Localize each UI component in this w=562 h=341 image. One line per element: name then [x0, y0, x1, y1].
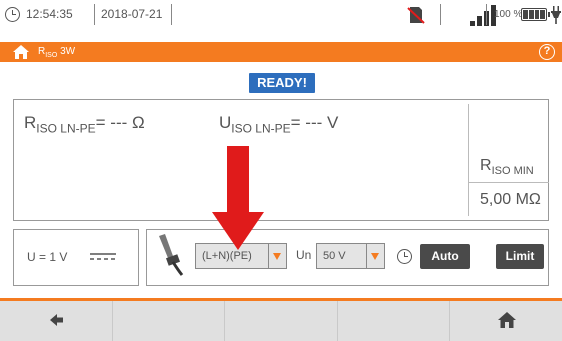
- divider: [440, 4, 441, 25]
- divider: [469, 182, 549, 183]
- nav-home-button[interactable]: [450, 301, 562, 341]
- nav-back-button[interactable]: [0, 301, 113, 341]
- home-icon[interactable]: [12, 44, 30, 60]
- voltage-panel: U = 1 V: [13, 229, 139, 286]
- divider: [468, 104, 469, 216]
- home-icon: [498, 312, 517, 328]
- annotation-arrow-icon: [212, 146, 264, 250]
- uiso-result: UISO LN-PE= --- V: [219, 113, 339, 136]
- riso-min-label: RISO MIN: [480, 157, 534, 178]
- probe-icon: [159, 234, 184, 276]
- result-panel: RISO LN-PE= --- Ω UISO LN-PE= --- V RISO…: [13, 99, 549, 221]
- un-label: Un: [296, 248, 312, 262]
- divider: [486, 4, 487, 25]
- help-icon[interactable]: ?: [539, 44, 555, 60]
- un-select-value[interactable]: 50 V: [316, 243, 367, 269]
- nav-slot-4[interactable]: [338, 301, 451, 341]
- timer-icon: [397, 249, 412, 264]
- status-bar: 12:54:35 2018-07-21 100 %: [0, 0, 562, 30]
- dc-symbol-icon: [90, 253, 116, 260]
- status-date: 2018-07-21: [101, 7, 163, 21]
- divider: [171, 4, 172, 25]
- nav-slot-2[interactable]: [113, 301, 226, 341]
- chevron-down-icon[interactable]: [367, 243, 385, 269]
- status-badge: READY!: [249, 73, 315, 93]
- bottom-nav: [0, 301, 562, 341]
- title-bar: RISO 3W ?: [0, 42, 562, 62]
- riso-min-value[interactable]: 5,00 MΩ: [480, 191, 541, 209]
- voltage-readout: U = 1 V: [27, 250, 68, 264]
- divider: [94, 4, 95, 25]
- nav-slot-3[interactable]: [225, 301, 338, 341]
- chevron-down-icon[interactable]: [269, 243, 287, 269]
- battery-percent: 100 %: [494, 9, 523, 20]
- limit-button[interactable]: Limit: [496, 244, 544, 269]
- clock-icon: [5, 7, 20, 22]
- riso-result: RISO LN-PE= --- Ω: [24, 113, 145, 136]
- sd-card-crossed-icon: [407, 7, 425, 24]
- un-select[interactable]: 50 V: [316, 243, 385, 269]
- status-time: 12:54:35: [26, 7, 73, 21]
- auto-button[interactable]: Auto: [420, 244, 470, 269]
- plug-icon: [551, 6, 561, 24]
- measurement-settings: (L+N)(PE) Un 50 V Auto Limit: [146, 229, 549, 286]
- page-title: RISO 3W: [38, 46, 76, 59]
- arrow-left-icon: [50, 314, 63, 326]
- battery-icon: [521, 8, 550, 21]
